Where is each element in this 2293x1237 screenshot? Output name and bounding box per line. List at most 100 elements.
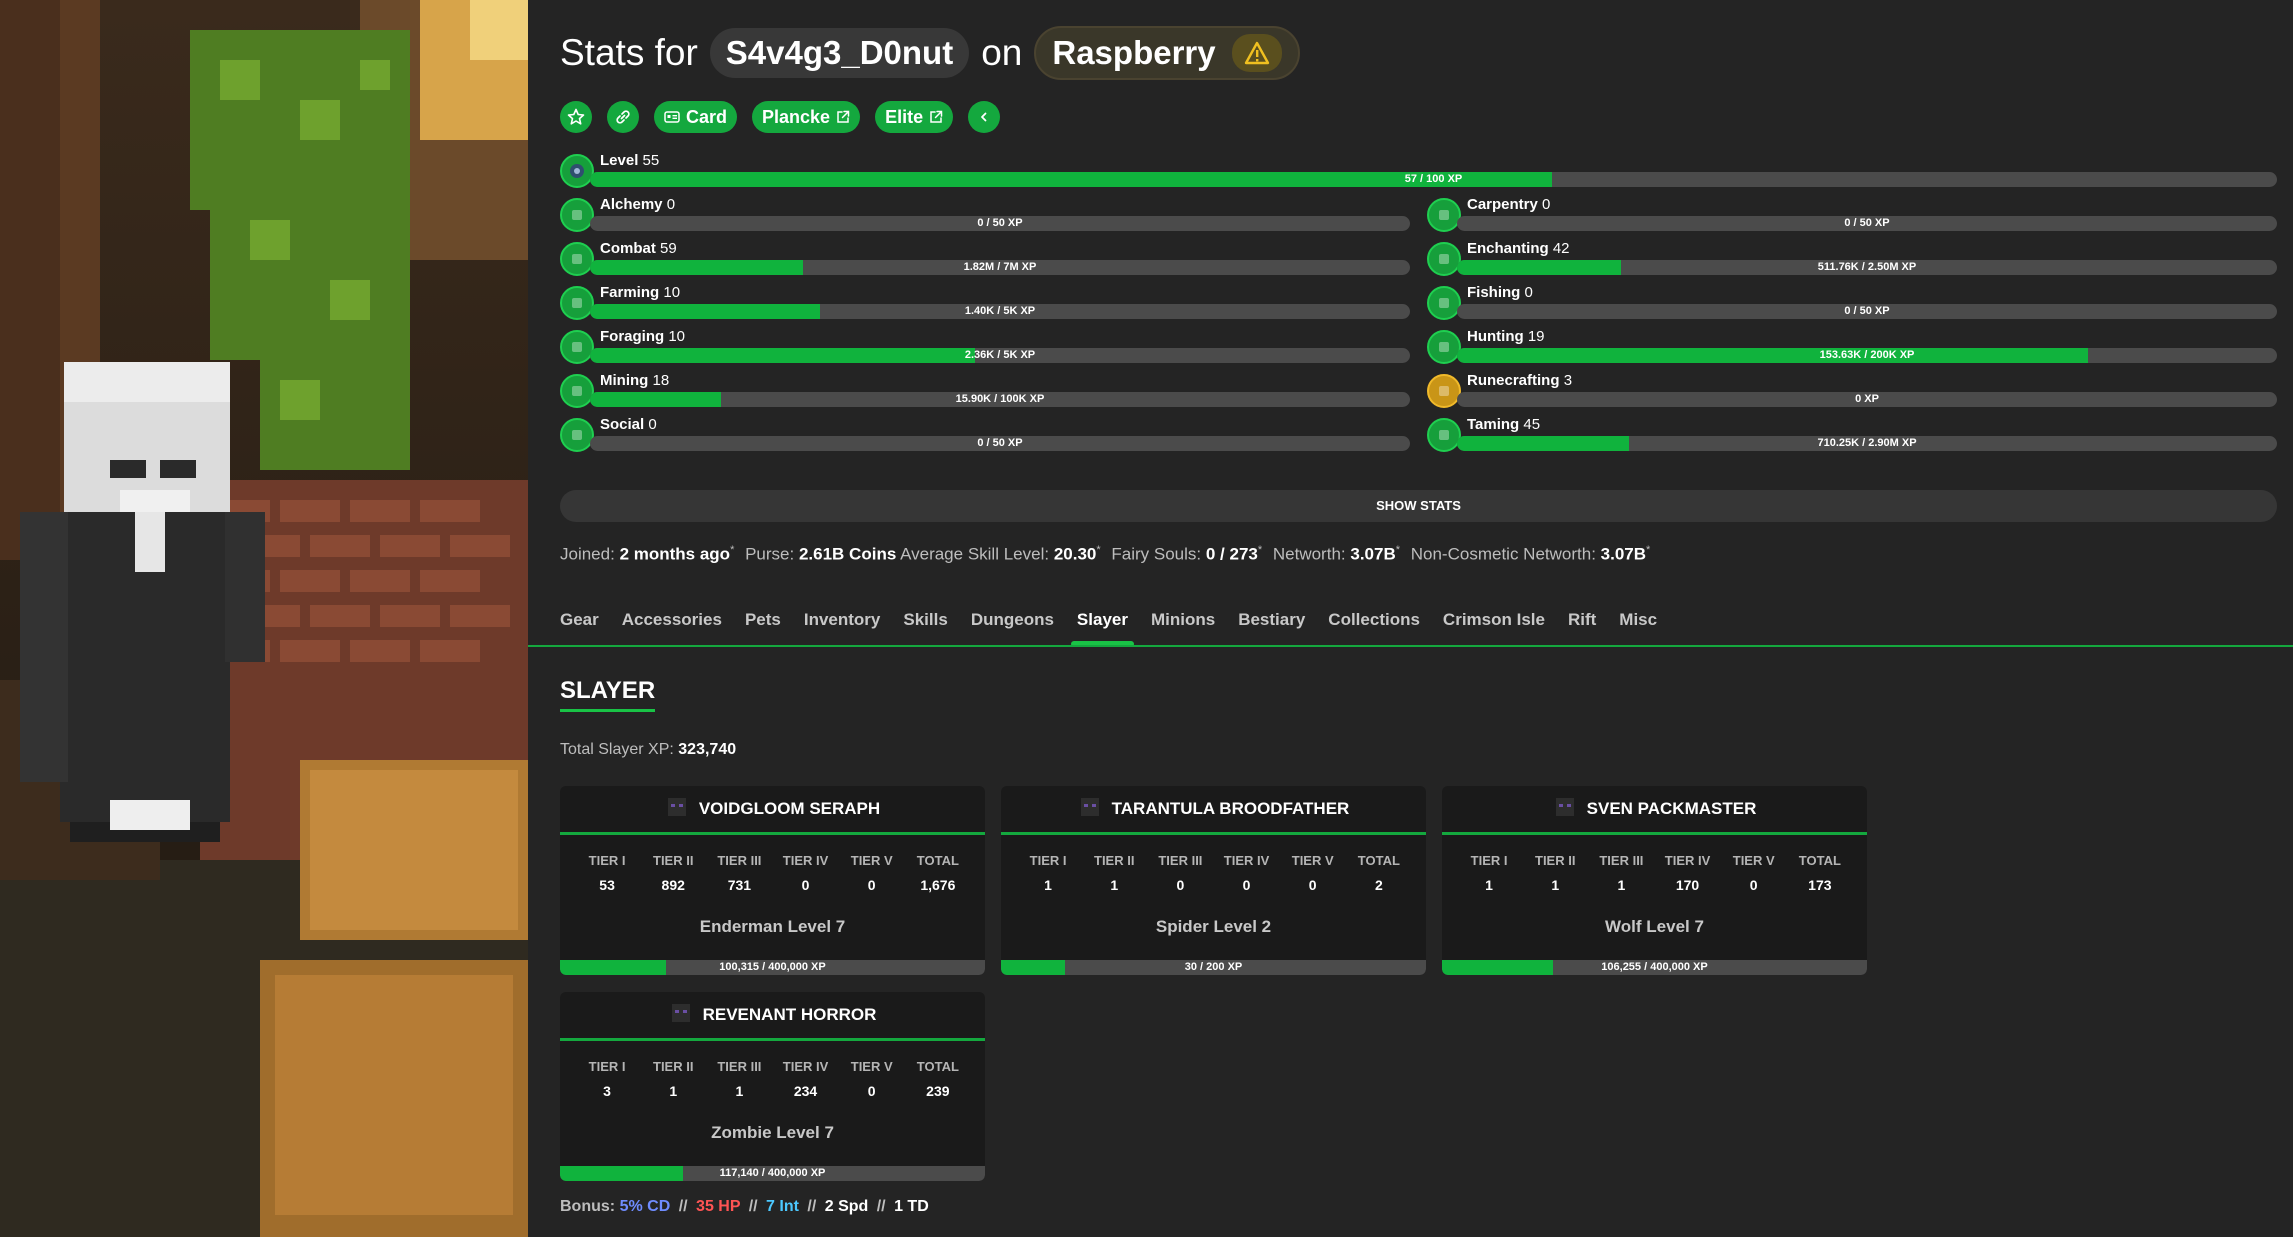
slayer-level: Wolf Level 7 [1605,917,1704,936]
player-skin-render [0,0,528,1237]
tab-crimson-isle[interactable]: Crimson Isle [1443,610,1545,644]
copy-link-button[interactable] [607,101,639,133]
username-badge[interactable]: S4v4g3_D0nut [709,28,970,78]
zombie-head-icon [669,1001,693,1030]
stats-for-label: Stats for [560,32,698,73]
collapse-button[interactable] [968,101,1001,133]
bonus-true-defense: 1 TD [894,1198,929,1215]
spawn-egg-icon [1427,418,1461,452]
tier-header: TIER I [588,853,626,868]
tier-header: TIER III [1599,853,1644,868]
tab-skills[interactable]: Skills [903,610,947,644]
hoe-icon [560,286,594,320]
tier-kills: 1 [1617,877,1626,893]
elite-button[interactable]: Elite [875,101,954,133]
skill-combat: Combat 59 1.82M / 7M XP [560,240,1410,280]
external-link-icon [930,110,943,123]
show-stats-button[interactable]: SHOW STATS [560,490,2277,522]
tier-header: TOTAL [916,853,959,868]
tier-kills: 1 [735,1083,744,1099]
tab-bestiary[interactable]: Bestiary [1238,610,1305,644]
skill-fishing: Fishing 0 0 / 50 XP [1427,284,2277,324]
bonus-health: 35 HP [696,1198,741,1215]
tier-header: TIER IV [782,1059,829,1074]
skill-name: Fishing 0 [1467,284,1533,301]
tier-column: TIER I 53 [576,853,638,893]
tab-inventory[interactable]: Inventory [804,610,881,644]
skill-progress-bar: 57 / 100 XP [590,172,2277,187]
tier-column: TIER IV 0 [1216,853,1278,893]
tier-header: TIER V [850,853,893,868]
tab-dungeons[interactable]: Dungeons [971,610,1054,644]
tab-slayer[interactable]: Slayer [1070,610,1135,647]
tab-minions[interactable]: Minions [1151,610,1215,644]
slayer-xp-text: 117,140 / 400,000 XP [719,1167,826,1179]
tier-kills: 2 [1374,877,1383,893]
sword-icon [560,242,594,276]
skill-xp-text: 0 / 50 XP [977,217,1023,229]
fairy-souls-value: 0 / 273 [1205,544,1258,564]
tab-rift[interactable]: Rift [1568,610,1596,644]
skill-xp-text: 0 XP [1855,393,1879,405]
external-link-icon [837,110,850,123]
tab-pets[interactable]: Pets [745,610,781,644]
tier-column: TIER V 0 [841,853,903,893]
tier-header: TIER III [1158,853,1203,868]
slayer-xp-text: 106,255 / 400,000 XP [1601,961,1708,973]
slayer-tiers: TIER I 1 TIER II 1 TIER III 0 TIER IV 0 TIER V0T… [1001,853,1426,893]
skill-progress-bar: 511.76K / 2.50M XP [1457,260,2277,275]
slayer-progress-bar: 100,315 / 400,000 XP [560,960,985,975]
skill-name: Foraging 10 [600,328,686,345]
tier-kills: 1 [1551,877,1560,893]
tier-column: TIER III 731 [708,853,770,893]
tab-accessories[interactable]: Accessories [622,610,722,644]
star-icon [567,108,585,125]
skill-name: Hunting 19 [1467,328,1545,345]
skill-xp-text: 153.63K / 200K XP [1819,349,1915,361]
warning-icon [1231,34,1282,72]
purse-label: Purse: [745,544,795,564]
slayer-heading: SLAYER [560,677,656,712]
slayer-xp-text: 30 / 200 XP [1184,961,1243,973]
slayer-level: Zombie Level 7 [711,1123,834,1142]
slayer-xp-text: 100,315 / 400,000 XP [719,961,826,973]
tier-column: TIER V 0 [1723,853,1785,893]
tier-column: TIER III 1 [708,1059,770,1099]
magma-cream-icon [1427,374,1461,408]
favorite-button[interactable] [560,101,592,133]
tier-kills: 3 [603,1083,611,1099]
bonus-speed: 2 Spd [824,1198,869,1215]
tier-kills: 1 [1044,877,1052,893]
skill-taming: Taming 45 710.25K / 2.90M XP [1427,416,2277,456]
tab-collections[interactable]: Collections [1328,610,1420,644]
slayer-boss-name: VOIDGLOOM SERAPH [698,799,881,818]
tier-header: TIER I [1470,853,1508,868]
noncosmetic-networth-value[interactable]: 3.07B [1601,545,1646,564]
skill-alchemy: Alchemy 0 0 / 50 XP [560,196,1410,236]
skill-xp-text: 1.82M / 7M XP [963,261,1037,273]
tier-header: TIER V [1732,853,1775,868]
tier-column: TIER III 0 [1149,853,1211,893]
slayer-tiers: TIER I 1 TIER II 1 TIER III 1 TIER IV 170 TIER V… [1442,853,1867,893]
tier-header: TIER IV [1664,853,1711,868]
skill-name: Alchemy 0 [600,196,676,213]
slayer-tiers: TIER I 53 TIER II 892 TIER III 731 TIER IV 0 TIE… [560,853,985,893]
tier-column: TOTAL 173 [1789,853,1851,893]
slayer-progress-bar: 30 / 200 XP [1001,960,1426,975]
tier-kills: 0 [867,877,876,893]
card-button[interactable]: Card [654,101,738,133]
skill-farming: Farming 10 1.40K / 5K XP [560,284,1410,324]
avg-skill-label: Average Skill Level: [900,544,1050,564]
networth-value[interactable]: 3.07B [1350,545,1395,564]
plancke-button[interactable]: Plancke [752,101,861,133]
skill-foraging: Foraging 10 2.36K / 5K XP [560,328,1410,368]
noncosmetic-networth-label: Non-Cosmetic Networth: [1410,544,1596,564]
skill-name: Mining 18 [600,372,670,389]
skill-xp-text: 511.76K / 2.50M XP [1817,261,1917,273]
tab-misc[interactable]: Misc [1619,610,1657,644]
tier-kills: 0 [1749,877,1758,893]
potion-icon [560,198,594,232]
tier-header: TIER II [653,1059,694,1074]
profile-selector[interactable]: Raspberry [1034,26,1300,80]
tab-gear[interactable]: Gear [560,610,599,644]
